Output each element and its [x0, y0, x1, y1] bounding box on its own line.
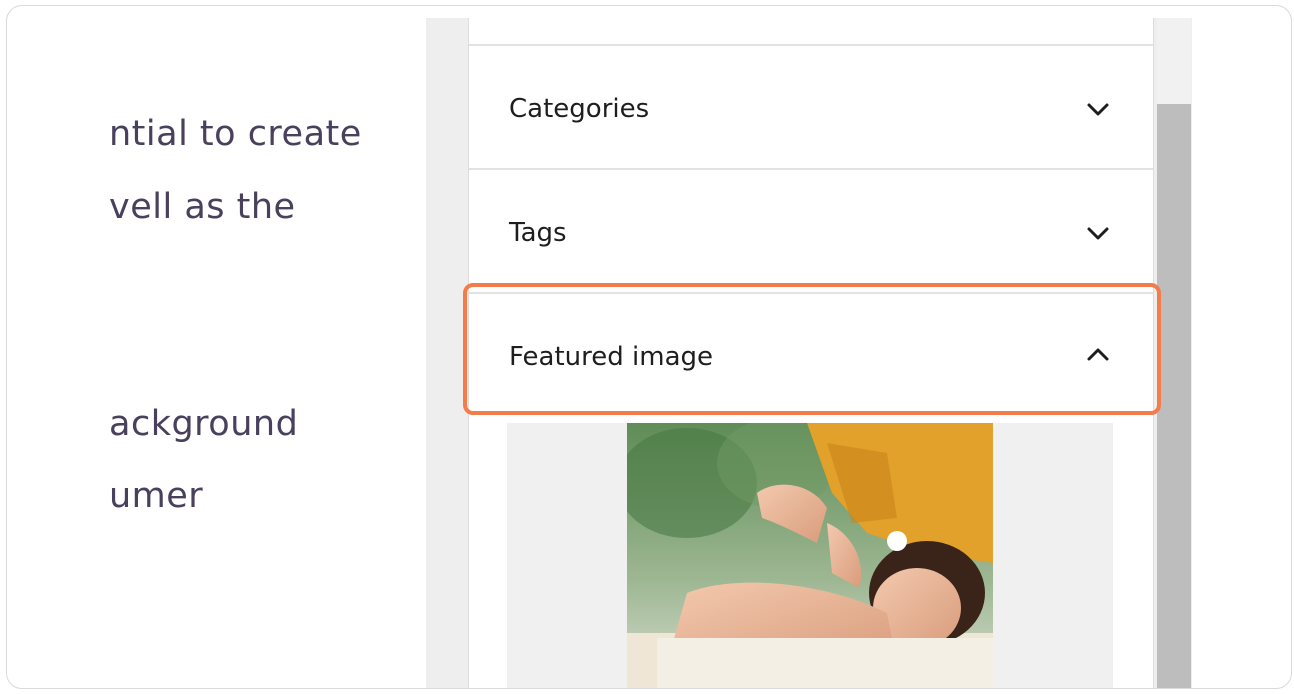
categories-panel-toggle[interactable]: Categories [469, 46, 1153, 170]
editor-text-line: ackground [109, 404, 299, 444]
featured-image-panel-toggle[interactable]: Featured image [469, 294, 1153, 416]
tags-label: Tags [509, 218, 567, 248]
featured-image-thumbnail [627, 423, 993, 688]
chevron-up-icon [1087, 348, 1109, 361]
chevron-down-icon [1087, 103, 1109, 116]
editor-text-line: umer [109, 476, 204, 516]
featured-image-label: Featured image [509, 342, 714, 372]
editor-content[interactable]: ntial to create vell as the ackground um… [7, 6, 427, 688]
editor-text-line: vell as the [109, 187, 296, 227]
tags-panel-toggle[interactable]: Tags [469, 170, 1153, 294]
editor-text-line: ntial to create [109, 114, 362, 154]
scrollbar-thumb[interactable] [1157, 104, 1191, 688]
screenshot-frame: ntial to create vell as the ackground um… [6, 5, 1292, 689]
chevron-down-icon [1087, 227, 1109, 240]
featured-image-preview[interactable] [507, 423, 1113, 688]
categories-label: Categories [509, 94, 650, 124]
